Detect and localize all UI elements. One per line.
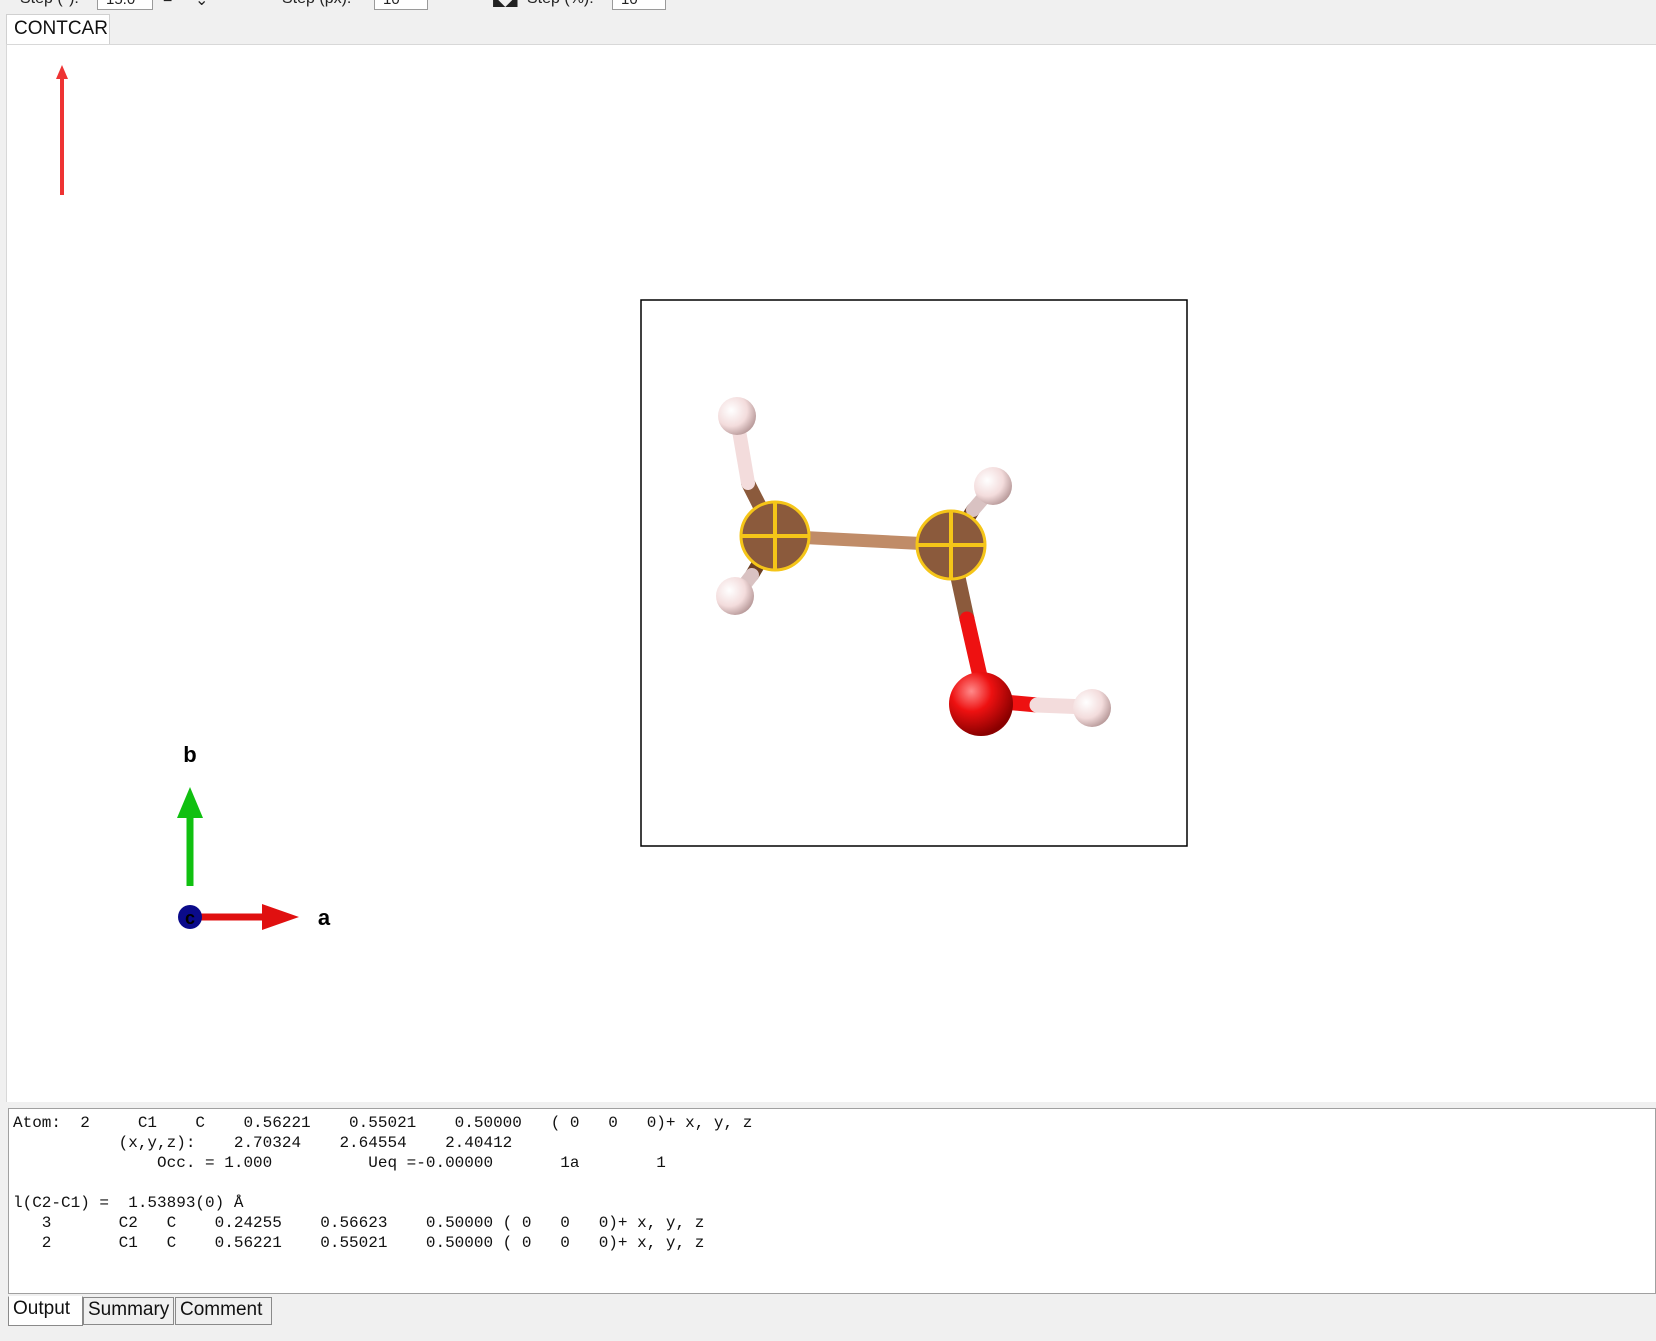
output-line: 3 C2 C 0.24255 0.56623 0.50000 ( 0 0 0)+… bbox=[13, 1214, 705, 1232]
oxygen-atom[interactable] bbox=[949, 672, 1013, 736]
tab-output[interactable]: Output bbox=[8, 1296, 83, 1326]
document-tab-bar: CONTCAR bbox=[0, 12, 1656, 46]
hydrogen-atom-4[interactable] bbox=[1073, 689, 1111, 727]
output-panel[interactable]: Atom: 2 C1 C 0.56221 0.55021 0.50000 ( 0… bbox=[8, 1108, 1656, 1294]
step-angle-label: Step (°): bbox=[20, 0, 79, 8]
hydrogen-atom-3[interactable] bbox=[974, 467, 1012, 505]
b-axis-label: b bbox=[183, 742, 196, 767]
output-line: 2 C1 C 0.56221 0.55021 0.50000 ( 0 0 0)+… bbox=[13, 1234, 705, 1252]
step-pct-input[interactable]: 10 bbox=[612, 0, 666, 10]
structure-canvas[interactable]: b a c bbox=[7, 45, 1656, 1103]
toolbar: Step (°): 15.0 ≡ ⌄ Step (px): 10 ◣◢ Step… bbox=[0, 0, 1656, 12]
c-axis-label: c bbox=[185, 908, 195, 928]
tab-comment[interactable]: Comment bbox=[175, 1297, 272, 1325]
axis-triad: b a c bbox=[177, 742, 331, 930]
atoms[interactable] bbox=[716, 397, 1111, 736]
hydrogen-atom-2[interactable] bbox=[716, 577, 754, 615]
tab-contcar[interactable]: CONTCAR bbox=[6, 14, 110, 46]
carbon-atom-c1-selected[interactable] bbox=[739, 500, 811, 572]
red-arrow-icon bbox=[56, 65, 68, 195]
rotate-down-icon[interactable]: ⌄ bbox=[195, 0, 208, 10]
step-px-label: Step (px): bbox=[282, 0, 351, 8]
output-line: Atom: 2 C1 C 0.56221 0.55021 0.50000 ( 0… bbox=[13, 1114, 753, 1132]
a-axis-label: a bbox=[318, 905, 331, 930]
output-line: Occ. = 1.000 Ueq =-0.00000 1a 1 bbox=[13, 1154, 666, 1172]
structure-viewer[interactable]: b a c bbox=[6, 44, 1656, 1102]
unit-cell-outline bbox=[640, 299, 1188, 847]
zoom-icon[interactable]: ◣◢ bbox=[493, 0, 518, 10]
carbon-atom-c2-selected[interactable] bbox=[915, 509, 987, 581]
output-text: Atom: 2 C1 C 0.56221 0.55021 0.50000 ( 0… bbox=[9, 1109, 1655, 1253]
output-line: l(C2-C1) = 1.53893(0) Å bbox=[13, 1194, 244, 1212]
menu-icon[interactable]: ≡ bbox=[163, 0, 172, 8]
step-pct-label: Step (%): bbox=[527, 0, 594, 8]
step-px-input[interactable]: 10 bbox=[374, 0, 428, 10]
bottom-tab-bar: Output Summary Comment bbox=[0, 1294, 1656, 1341]
output-line: (x,y,z): 2.70324 2.64554 2.40412 bbox=[13, 1134, 513, 1152]
step-angle-input[interactable]: 15.0 bbox=[97, 0, 153, 10]
hydrogen-atom-1[interactable] bbox=[718, 397, 756, 435]
tab-summary[interactable]: Summary bbox=[83, 1297, 174, 1325]
